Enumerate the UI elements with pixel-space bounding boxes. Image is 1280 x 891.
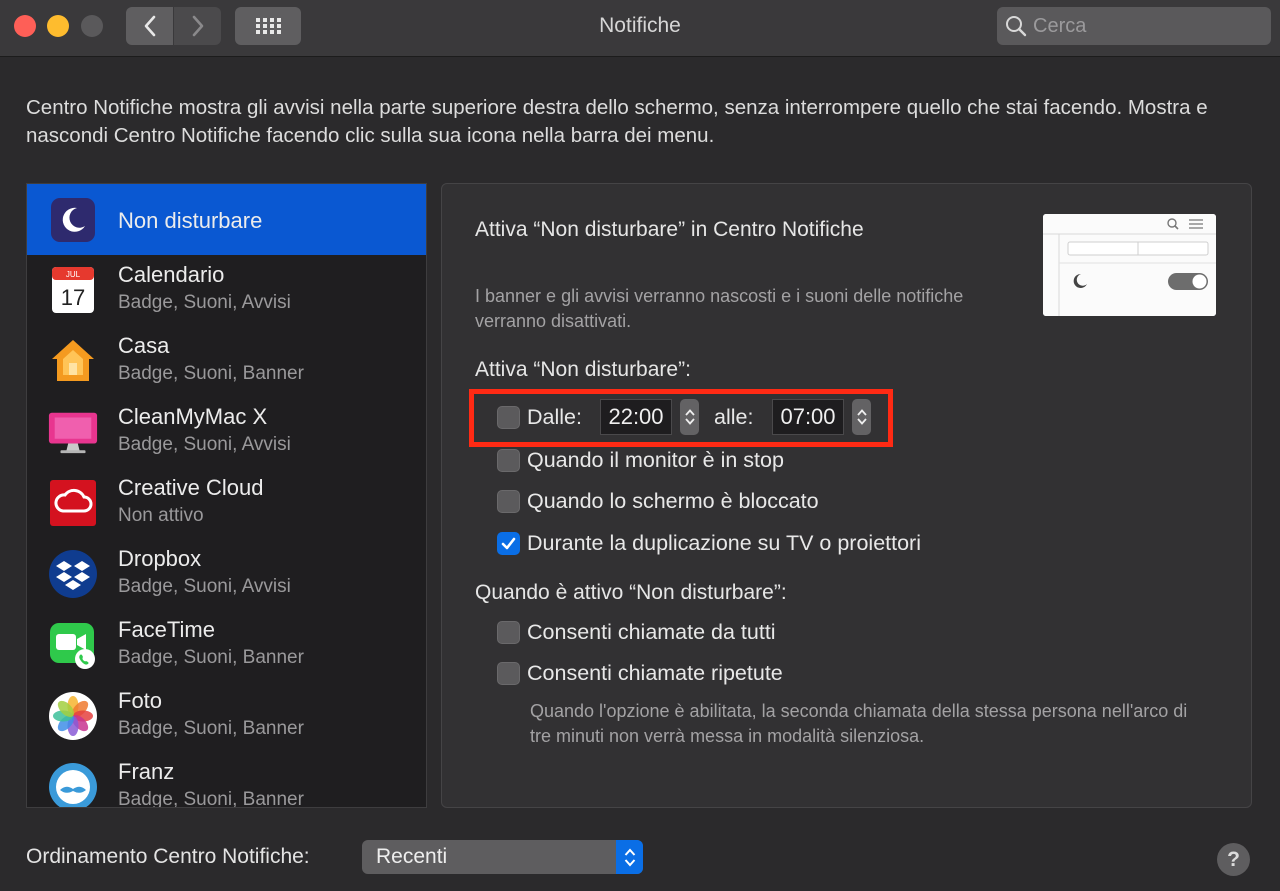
calendar-icon: JUL 17	[47, 264, 99, 316]
sort-label: Ordinamento Centro Notifiche:	[26, 845, 310, 868]
checkmark-icon	[501, 537, 516, 550]
list-item-non-disturbare[interactable]: Non disturbare	[27, 184, 426, 255]
calendar-month: JUL	[66, 270, 81, 279]
app-notification-style: Badge, Suoni, Banner	[118, 718, 304, 739]
zoom-window-button[interactable]	[81, 15, 103, 37]
list-item-casa[interactable]: Casa Badge, Suoni, Banner	[27, 326, 426, 397]
from-time-stepper[interactable]	[680, 399, 699, 435]
list-item-franz[interactable]: Franz Badge, Suoni, Banner	[27, 752, 426, 808]
schedule-checkbox[interactable]	[497, 406, 520, 429]
calendar-day: 17	[61, 285, 85, 310]
app-name: Casa	[118, 333, 170, 358]
search-box[interactable]	[997, 7, 1271, 45]
chevron-left-icon	[144, 15, 155, 37]
to-label: alle:	[714, 405, 754, 429]
dnd-title: Attiva “Non disturbare” in Centro Notifi…	[475, 218, 864, 241]
chevron-up-icon	[684, 409, 695, 416]
app-name: Dropbox	[118, 546, 202, 571]
mirroring-checkbox[interactable]	[497, 532, 520, 555]
minimize-window-button[interactable]	[47, 15, 69, 37]
list-item-facetime[interactable]: FaceTime Badge, Suoni, Banner	[27, 610, 426, 681]
list-item-cleanmymac[interactable]: CleanMyMac X Badge, Suoni, Avvisi	[27, 397, 426, 468]
grid-icon	[256, 18, 281, 34]
moon-icon	[47, 194, 99, 246]
app-notification-style: Badge, Suoni, Avvisi	[118, 434, 291, 455]
close-window-button[interactable]	[14, 15, 36, 37]
select-arrows-icon	[616, 840, 643, 874]
to-time-field[interactable]: 07:00	[772, 399, 844, 435]
home-icon	[47, 335, 99, 387]
list-item-dropbox[interactable]: Dropbox Badge, Suoni, Avvisi	[27, 539, 426, 610]
facetime-icon	[47, 619, 99, 671]
screen-locked-label: Quando lo schermo è bloccato	[527, 489, 819, 513]
allow-repeated-calls-checkbox[interactable]	[497, 662, 520, 685]
app-notification-style: Non attivo	[118, 505, 204, 526]
repeat-calls-note: Quando l'opzione è abilitata, la seconda…	[530, 701, 1188, 746]
help-button[interactable]: ?	[1217, 843, 1250, 876]
photos-icon	[47, 690, 99, 742]
allow-calls-everyone-checkbox[interactable]	[497, 621, 520, 644]
monitor-sleep-label: Quando il monitor è in stop	[527, 448, 784, 472]
chevron-up-icon	[856, 409, 867, 416]
title-bar: Notifiche	[0, 0, 1280, 57]
back-button[interactable]	[126, 7, 173, 45]
app-name: FaceTime	[118, 617, 215, 642]
when-active-heading: Quando è attivo “Non disturbare”:	[475, 581, 787, 604]
dropbox-icon	[47, 548, 99, 600]
app-notification-style: Badge, Suoni, Avvisi	[118, 292, 291, 313]
search-input[interactable]	[1033, 14, 1253, 38]
app-name: Franz	[118, 759, 175, 784]
list-item-calendario[interactable]: JUL 17 Calendario Badge, Suoni, Avvisi	[27, 255, 426, 326]
allow-repeated-calls-label: Consenti chiamate ripetute	[527, 661, 783, 685]
app-notification-style: Badge, Suoni, Avvisi	[118, 576, 291, 597]
sort-select[interactable]: Recenti	[362, 840, 643, 874]
description-text: Centro Notifiche mostra gli avvisi nella…	[26, 96, 1208, 147]
app-name: Calendario	[118, 262, 225, 287]
app-name: Creative Cloud	[118, 475, 264, 500]
list-item-foto[interactable]: Foto Badge, Suoni, Banner	[27, 681, 426, 752]
chevron-right-icon	[192, 15, 203, 37]
sort-select-value: Recenti	[376, 845, 448, 868]
from-time-field[interactable]: 22:00	[600, 399, 672, 435]
franz-icon	[47, 761, 99, 807]
app-name: CleanMyMac X	[118, 404, 268, 429]
chevron-down-icon	[856, 418, 867, 425]
creative-cloud-icon	[47, 477, 99, 529]
monitor-sleep-checkbox[interactable]	[497, 449, 520, 472]
allow-calls-everyone-label: Consenti chiamate da tutti	[527, 620, 776, 644]
settings-pane: Attiva “Non disturbare” in Centro Notifi…	[441, 183, 1252, 808]
activate-heading: Attiva “Non disturbare”:	[475, 358, 691, 381]
app-notification-style: Badge, Suoni, Banner	[118, 363, 304, 384]
app-list[interactable]: Non disturbare JUL 17 Calendario Badge, S…	[26, 183, 427, 808]
app-name: Non disturbare	[118, 208, 263, 233]
screen-locked-checkbox[interactable]	[497, 490, 520, 513]
forward-button[interactable]	[174, 7, 221, 45]
cleanmymac-icon	[47, 406, 99, 458]
from-label: Dalle:	[527, 405, 582, 429]
search-icon	[1006, 16, 1027, 37]
to-time-stepper[interactable]	[852, 399, 871, 435]
notification-center-preview	[1043, 214, 1216, 316]
mirroring-label: Durante la duplicazione su TV o proietto…	[527, 531, 921, 555]
app-notification-style: Badge, Suoni, Banner	[118, 647, 304, 668]
list-item-creative-cloud[interactable]: Creative Cloud Non attivo	[27, 468, 426, 539]
show-all-button[interactable]	[235, 7, 301, 45]
chevron-down-icon	[684, 418, 695, 425]
app-name: Foto	[118, 688, 163, 713]
dnd-info-text: I banner e gli avvisi verranno nascosti …	[475, 286, 964, 331]
app-notification-style: Badge, Suoni, Banner	[118, 789, 304, 808]
